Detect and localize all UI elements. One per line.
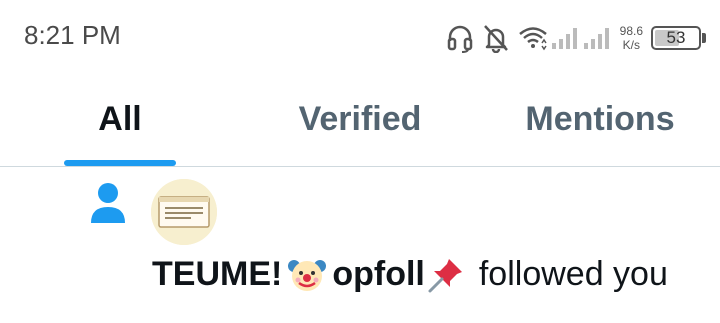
active-tab-indicator [64, 160, 176, 166]
notification-tabs: All Verified Mentions [0, 72, 720, 167]
status-icons: 98.6 K/s 53 [446, 18, 706, 58]
network-speed: 98.6 K/s [620, 24, 643, 52]
wifi-icon [518, 25, 548, 51]
speed-unit: K/s [622, 38, 640, 52]
pushpin-icon [427, 256, 465, 294]
status-bar: 8:21 PM 98.6 K/s 53 [0, 0, 720, 72]
battery-icon: 53 [651, 26, 701, 50]
user-name[interactable]: TEUME! [152, 255, 282, 294]
status-time: 8:21 PM [24, 20, 121, 50]
person-icon [88, 181, 128, 225]
user-handle[interactable]: opfoll [332, 255, 425, 294]
headset-icon [446, 23, 474, 53]
battery-level: 53 [666, 28, 686, 47]
clown-face-icon [288, 256, 327, 294]
battery-tip [702, 33, 706, 43]
signal-icon [550, 25, 580, 51]
bell-muted-icon [482, 23, 510, 53]
notification-action: followed you [478, 255, 668, 293]
signal-icon [582, 25, 612, 51]
avatar[interactable] [151, 179, 217, 245]
tab-all[interactable]: All [60, 72, 180, 166]
speed-value: 98.6 [619, 24, 643, 38]
notification-text: TEUME! opfoll followed you [152, 255, 668, 294]
tab-verified[interactable]: Verified [280, 72, 440, 166]
tab-mentions[interactable]: Mentions [510, 72, 690, 166]
notification-item[interactable]: TEUME! opfoll followed you [0, 167, 720, 323]
